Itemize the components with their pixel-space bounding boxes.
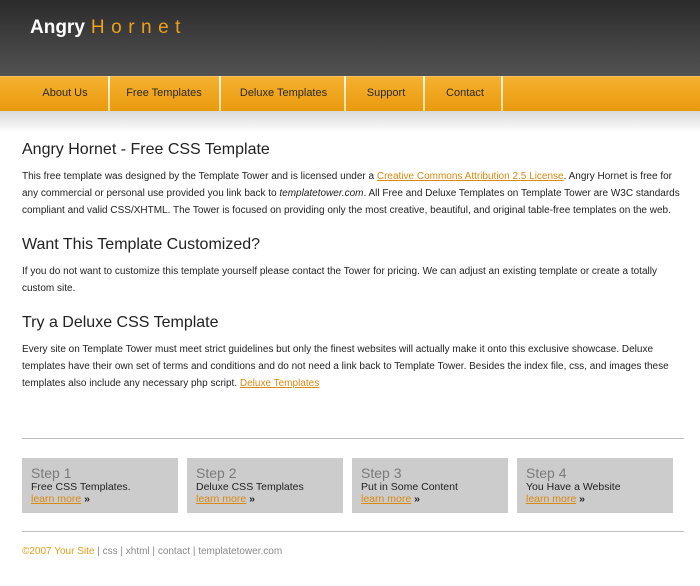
- logo-accent: Hornet: [90, 17, 187, 38]
- step-desc: Free CSS Templates.: [31, 481, 131, 493]
- arrow-icon: »: [414, 493, 420, 505]
- section-title-customized: Want This Template Customized?: [22, 236, 261, 253]
- nav-separator: [108, 76, 110, 112]
- step-box-4: Step 4 You Have a Website learn more »: [517, 458, 673, 513]
- learn-more-link[interactable]: learn more: [196, 493, 246, 505]
- learn-more-link[interactable]: learn more: [526, 493, 576, 505]
- learn-more-link[interactable]: learn more: [31, 493, 81, 505]
- step-desc: Deluxe CSS Templates: [196, 481, 304, 493]
- main-content: Angry Hornet - Free CSS Template This fr…: [22, 141, 686, 392]
- section-body-intro: This free template was designed by the T…: [22, 171, 680, 216]
- nav-contact[interactable]: Contact: [429, 77, 501, 111]
- header-shadow: [0, 111, 700, 133]
- step-title: Step 4: [526, 465, 567, 481]
- nav-separator: [423, 76, 425, 112]
- nav-separator: [344, 76, 346, 112]
- nav-free-templates[interactable]: Free Templates: [114, 77, 214, 111]
- divider-top: [22, 438, 684, 439]
- section-title-deluxe: Try a Deluxe CSS Template: [22, 314, 219, 331]
- deluxe-templates-link[interactable]: Deluxe Templates: [240, 378, 319, 389]
- step-box-3: Step 3 Put in Some Content learn more »: [352, 458, 508, 513]
- learn-more-link[interactable]: learn more: [361, 493, 411, 505]
- step-title: Step 1: [31, 465, 72, 481]
- arrow-icon: »: [249, 493, 255, 505]
- main-nav: About Us Free Templates Deluxe Templates…: [0, 76, 700, 112]
- nav-separator: [501, 76, 503, 112]
- section-body-deluxe: Every site on Template Tower must meet s…: [22, 344, 669, 389]
- nav-deluxe-templates[interactable]: Deluxe Templates: [225, 77, 342, 111]
- arrow-icon: »: [84, 493, 90, 505]
- footer-link-contact[interactable]: contact: [158, 546, 190, 557]
- footer-link-templatetower[interactable]: templatetower.com: [198, 546, 282, 557]
- site-header: Angry Hornet: [0, 0, 700, 85]
- templatetower-italic: templatetower.com: [279, 188, 364, 199]
- step-desc: You Have a Website: [526, 481, 621, 493]
- footer-link-xhtml[interactable]: xhtml: [126, 546, 150, 557]
- section-title-intro: Angry Hornet - Free CSS Template: [22, 141, 270, 158]
- site-logo[interactable]: Angry Hornet: [30, 17, 187, 39]
- nav-about-us[interactable]: About Us: [28, 77, 102, 111]
- step-box-1: Step 1 Free CSS Templates. learn more »: [22, 458, 178, 513]
- step-title: Step 2: [196, 465, 237, 481]
- cc-license-link[interactable]: Creative Commons Attribution 2.5 License: [377, 171, 564, 182]
- footer-copyright: ©2007 Your Site: [22, 546, 95, 557]
- logo-main: Angry: [30, 17, 85, 38]
- nav-separator: [219, 76, 221, 112]
- step-title: Step 3: [361, 465, 402, 481]
- section-body-customized: If you do not want to customize this tem…: [22, 266, 657, 294]
- site-footer: ©2007 Your Site | css | xhtml | contact …: [22, 546, 283, 557]
- footer-link-css[interactable]: css: [103, 546, 118, 557]
- step-desc: Put in Some Content: [361, 481, 458, 493]
- divider-bottom: [22, 531, 684, 532]
- nav-support[interactable]: Support: [350, 77, 422, 111]
- step-box-2: Step 2 Deluxe CSS Templates learn more »: [187, 458, 343, 513]
- arrow-icon: »: [579, 493, 585, 505]
